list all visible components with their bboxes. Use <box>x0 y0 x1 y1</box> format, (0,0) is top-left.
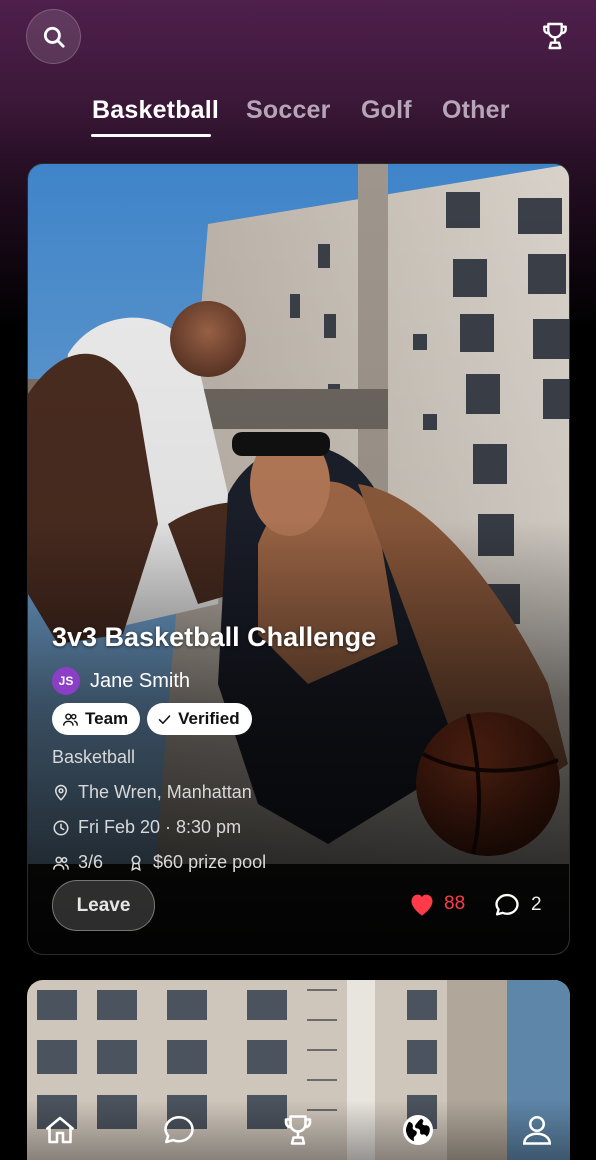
search-icon <box>43 26 65 48</box>
event-host[interactable]: JS Jane Smith <box>52 667 190 695</box>
location-text: The Wren, Manhattan <box>78 782 252 802</box>
avatar: JS <box>52 667 80 695</box>
tag-label: Verified <box>178 709 240 728</box>
globe-icon <box>403 1115 433 1145</box>
tag-label: Team <box>85 709 129 728</box>
nav-profile[interactable] <box>517 1110 557 1150</box>
tab-basketball[interactable]: Basketball <box>92 96 219 125</box>
nav-explore[interactable] <box>398 1110 438 1150</box>
comment-button[interactable]: 2 <box>493 891 542 919</box>
check-icon <box>158 714 171 724</box>
bottom-nav <box>0 1100 596 1160</box>
host-name: Jane Smith <box>90 669 191 692</box>
tab-other[interactable]: Other <box>442 96 510 125</box>
trophy-icon <box>543 22 567 50</box>
heart-icon <box>411 894 433 916</box>
comment-icon <box>495 893 519 916</box>
event-sport: Basketball <box>52 747 136 767</box>
like-count: 88 <box>444 893 466 914</box>
nav-leaderboard[interactable] <box>278 1110 318 1150</box>
event-stats: 3/6 $60 prize pool <box>52 852 266 873</box>
leave-button[interactable]: Leave <box>52 880 155 931</box>
award-icon <box>131 855 141 871</box>
prize-pool: $60 prize pool <box>153 852 267 872</box>
event-datetime: Fri Feb 20 · 8:30 pm <box>52 817 241 838</box>
like-button[interactable]: 88 <box>408 891 465 917</box>
sport-tabs: Basketball Soccer Golf Other <box>0 96 596 140</box>
active-tab-indicator <box>91 134 211 137</box>
trophy-icon <box>284 1115 312 1145</box>
tab-golf[interactable]: Golf <box>361 96 412 125</box>
chat-icon <box>164 1115 194 1144</box>
event-location: The Wren, Manhattan <box>52 782 252 803</box>
leaderboard-button[interactable] <box>536 18 574 54</box>
datetime-text: Fri Feb 20 · 8:30 pm <box>78 817 242 837</box>
tab-soccer[interactable]: Soccer <box>246 96 331 125</box>
comment-count: 2 <box>531 894 542 915</box>
event-card[interactable]: 3v3 Basketball Challenge JS Jane Smith T… <box>27 163 570 955</box>
player-count: 3/6 <box>78 852 104 872</box>
profile-icon <box>522 1115 552 1145</box>
tag-verified: Verified <box>147 703 252 735</box>
location-pin-icon <box>54 784 68 801</box>
tag-team: Team <box>52 703 141 735</box>
event-tags: Team Verified <box>52 703 252 735</box>
clock-icon <box>53 820 69 835</box>
header: Basketball Soccer Golf Other <box>0 0 596 150</box>
nav-home[interactable] <box>40 1110 80 1150</box>
nav-chat[interactable] <box>159 1110 199 1150</box>
users-icon <box>63 712 78 726</box>
event-title: 3v3 Basketball Challenge <box>52 622 377 652</box>
search-button[interactable] <box>26 9 81 64</box>
home-icon <box>45 1116 75 1144</box>
users-icon <box>53 856 69 870</box>
